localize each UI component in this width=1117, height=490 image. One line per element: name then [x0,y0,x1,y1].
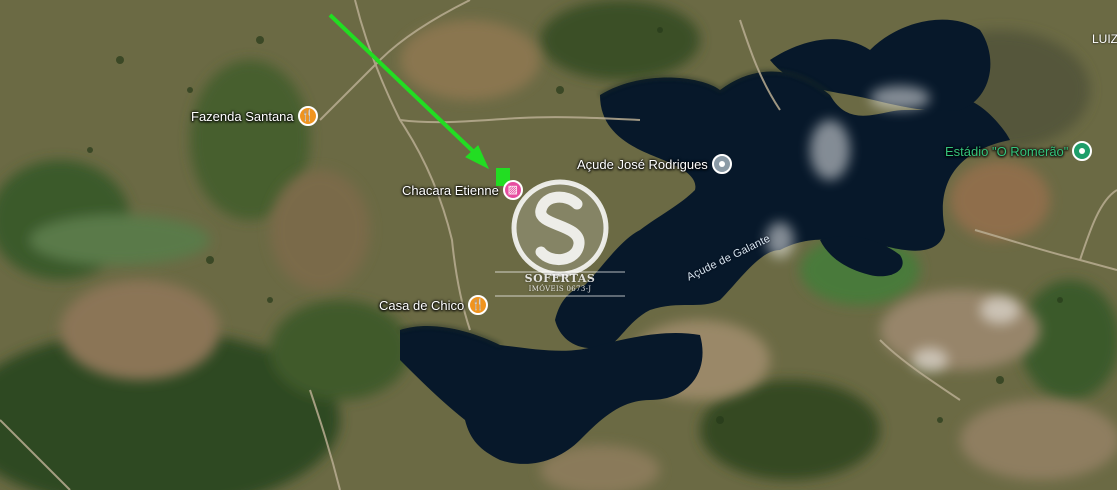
poi-casa-de-chico[interactable]: Casa de Chico 🍴 [379,295,489,315]
poi-label: Açude José Rodrigues [577,156,708,172]
sofertas-watermark: SOFERTAS IMÓVEIS 0673-J [495,178,625,308]
satellite-map[interactable]: Fazenda Santana 🍴 Açude José Rodrigues E… [0,0,1117,490]
restaurant-icon: 🍴 [297,106,318,126]
watermark-brand: SOFERTAS [524,272,596,285]
poi-fazenda-santana[interactable]: Fazenda Santana 🍴 [191,106,318,126]
poi-label: Estádio "O Romerão" [945,143,1069,159]
poi-label: Casa de Chico [379,297,465,313]
poi-label: Chacara Etienne [402,182,499,198]
poi-label: Fazenda Santana [191,108,294,124]
watermark-subtitle: IMÓVEIS 0673-J [528,285,592,293]
place-label-luiz: LUIZ [1092,32,1117,46]
restaurant-icon: 🍴 [468,295,489,315]
park-icon [1072,141,1093,161]
place-icon [711,154,732,174]
poi-acude-jose-rodrigues[interactable]: Açude José Rodrigues [577,154,732,174]
poi-estadio-romerao[interactable]: Estádio "O Romerão" [945,141,1093,161]
